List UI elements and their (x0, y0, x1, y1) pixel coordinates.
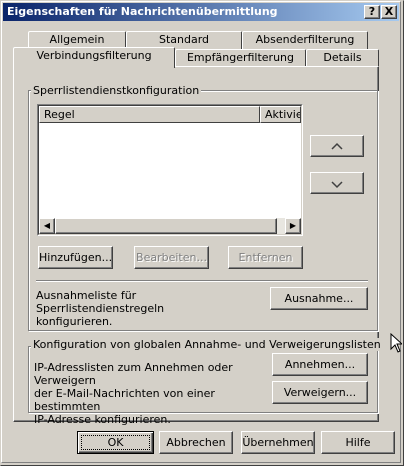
scroll-thumb[interactable] (55, 218, 277, 234)
tab-absenderfilterung[interactable]: Absenderfilterung (242, 31, 368, 49)
blocklist-rules-list[interactable]: Regel Aktiviert ◀ ▶ (37, 104, 303, 236)
exception-text-line: Ausnahmeliste für Sperrlistendienstregel… (36, 289, 165, 315)
help-icon: ? (368, 5, 376, 18)
global-lists-description: IP-Adresslisten zum Annehmen oder Verwei… (34, 361, 270, 426)
move-up-button[interactable] (310, 135, 364, 157)
column-header-rule[interactable]: Regel (39, 106, 260, 123)
ok-button[interactable]: OK (77, 431, 154, 454)
global-lists-text-line: IP-Adresslisten zum Annehmen oder Verwei… (34, 361, 233, 387)
arrow-right-icon: ▶ (289, 221, 297, 230)
exception-text-line: konfigurieren. (36, 315, 113, 328)
tab-verbindungsfilterung[interactable]: Verbindungsfilterung (13, 47, 175, 68)
apply-button[interactable]: Übernehmen (241, 431, 315, 454)
chevron-down-icon (331, 181, 343, 189)
tab-empfaengerfilterung[interactable]: Empfängerfilterung (175, 49, 306, 67)
global-lists-text-line: IP-Adresse konfigurieren. (34, 413, 171, 426)
title-bar[interactable]: Eigenschaften für Nachrichtenübermittlun… (3, 3, 399, 21)
exception-button[interactable]: Ausnahme... (270, 287, 368, 310)
help-button[interactable]: Hilfe (321, 431, 395, 454)
add-button[interactable]: Hinzufügen... (38, 246, 113, 269)
exception-description: Ausnahmeliste für Sperrlistendienstregel… (36, 289, 266, 328)
window-title: Eigenschaften für Nachrichtenübermittlun… (7, 5, 278, 18)
blocklist-group-label: Sperrlistendienstkonfiguration (31, 84, 202, 97)
scroll-left-button[interactable]: ◀ (39, 218, 55, 234)
chevron-up-icon (331, 142, 343, 150)
deny-list-button[interactable]: Verweigern... (272, 381, 368, 404)
horizontal-scrollbar[interactable]: ◀ ▶ (39, 218, 301, 234)
list-frame: Regel Aktiviert ◀ ▶ (38, 105, 302, 235)
separator (36, 280, 368, 282)
close-icon: X (384, 5, 394, 18)
column-header-enabled[interactable]: Aktiviert (260, 106, 301, 123)
cancel-button[interactable]: Abbrechen (159, 431, 233, 454)
arrow-left-icon: ◀ (43, 221, 51, 230)
edit-button[interactable]: Bearbeiten... (134, 246, 209, 269)
help-caption-button[interactable]: ? (364, 5, 380, 19)
mouse-cursor-icon (390, 333, 402, 353)
global-lists-text-line: der E-Mail-Nachrichten von einer bestimm… (34, 387, 215, 413)
remove-button[interactable]: Entfernen (228, 246, 303, 269)
move-down-button[interactable] (310, 172, 364, 194)
global-lists-group-label: Konfiguration von globalen Annahme- und … (31, 338, 383, 351)
accept-list-button[interactable]: Annehmen... (272, 353, 368, 376)
close-caption-button[interactable]: X (381, 5, 397, 19)
scroll-right-button[interactable]: ▶ (285, 218, 301, 234)
tab-details[interactable]: Details (306, 49, 379, 67)
